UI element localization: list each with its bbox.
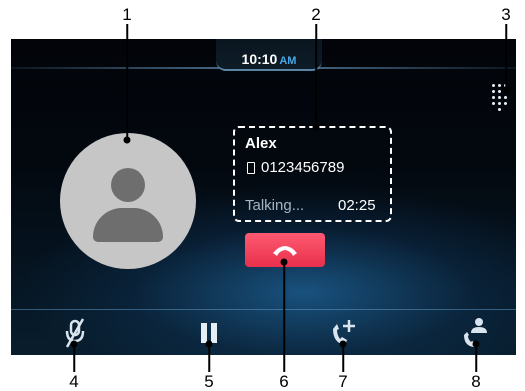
- callout-label-6: 6: [279, 372, 289, 391]
- callout-label-3: 3: [501, 5, 511, 24]
- callout-label-8: 8: [471, 372, 481, 391]
- callout-line-3: [505, 24, 507, 90]
- status-clock: 10:10 AM: [216, 51, 322, 67]
- call-controls-bar: [11, 311, 516, 355]
- clock-ampm: AM: [279, 55, 297, 67]
- call-status: Talking...: [245, 197, 305, 214]
- callout-label-2: 2: [311, 5, 321, 24]
- callout-label-1: 1: [122, 5, 132, 24]
- callout-line-1: [126, 24, 128, 140]
- callout-line-5: [208, 344, 210, 372]
- callout-line-7: [342, 344, 344, 372]
- callout-dot-2: [312, 123, 320, 131]
- person-icon-head: [111, 168, 145, 202]
- callout-dot-8: [472, 340, 480, 348]
- bottom-bar-divider: [11, 309, 516, 310]
- callout-dot-6: [280, 258, 288, 266]
- callout-dot-1: [123, 136, 131, 144]
- callout-dot-5: [205, 340, 213, 348]
- callout-dot-4: [70, 340, 78, 348]
- call-screen: 10:10 AM Alex 0123456789 Talking... 02:25: [11, 39, 516, 355]
- callout-line-4: [73, 344, 75, 372]
- contact-avatar: [60, 133, 196, 269]
- call-timer: 02:25: [338, 197, 376, 214]
- caller-name: Alex: [245, 135, 277, 152]
- person-icon-body: [93, 208, 163, 242]
- caller-info: Alex 0123456789 Talking... 02:25: [233, 126, 392, 222]
- clock-tab: 10:10 AM: [216, 39, 322, 71]
- callout-label-4: 4: [69, 372, 79, 391]
- callout-line-8: [475, 344, 477, 372]
- mobile-phone-icon: [247, 162, 255, 174]
- caller-number: 0123456789: [261, 159, 345, 176]
- callout-dot-3: [502, 86, 510, 94]
- clock-time: 10:10: [241, 51, 278, 67]
- callout-label-7: 7: [338, 372, 348, 391]
- callout-line-6: [283, 262, 285, 372]
- callout-line-2: [315, 24, 317, 127]
- callout-label-5: 5: [204, 372, 214, 391]
- callout-dot-7: [339, 340, 347, 348]
